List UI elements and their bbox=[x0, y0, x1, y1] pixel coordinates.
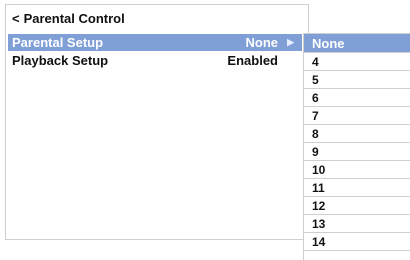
menu-item-parental-setup[interactable]: Parental Setup None ▶ bbox=[8, 34, 302, 51]
dropdown-option[interactable]: 9 bbox=[304, 143, 410, 161]
dropdown-option[interactable]: None bbox=[304, 34, 410, 53]
dropdown-option[interactable]: 11 bbox=[304, 179, 410, 197]
dropdown-option[interactable]: 12 bbox=[304, 197, 410, 215]
menu-item-label: Playback Setup bbox=[12, 53, 109, 68]
dropdown-option[interactable]: 10 bbox=[304, 161, 410, 179]
dropdown-option[interactable]: 13 bbox=[304, 215, 410, 233]
menu-item-playback-setup[interactable]: Playback Setup Enabled bbox=[8, 52, 302, 69]
menu-item-value: None bbox=[245, 35, 279, 50]
parental-control-screen: < Parental Control Parental Setup None ▶ … bbox=[0, 0, 410, 260]
parental-rating-dropdown[interactable]: None 4 5 6 7 8 9 10 11 12 13 14 bbox=[303, 33, 410, 260]
dropdown-option[interactable]: 5 bbox=[304, 71, 410, 89]
dropdown-option[interactable]: 7 bbox=[304, 107, 410, 125]
page-title: < Parental Control bbox=[12, 11, 125, 26]
right-triangle-icon: ▶ bbox=[287, 37, 294, 47]
dropdown-option[interactable]: 6 bbox=[304, 89, 410, 107]
dropdown-option[interactable]: 14 bbox=[304, 233, 410, 251]
menu-item-value: Enabled bbox=[227, 53, 278, 68]
page-title-label: Parental Control bbox=[23, 11, 125, 26]
menu-item-label: Parental Setup bbox=[12, 35, 104, 50]
dropdown-option[interactable]: 4 bbox=[304, 53, 410, 71]
back-chevron-icon[interactable]: < bbox=[12, 11, 20, 26]
dropdown-option[interactable]: 8 bbox=[304, 125, 410, 143]
